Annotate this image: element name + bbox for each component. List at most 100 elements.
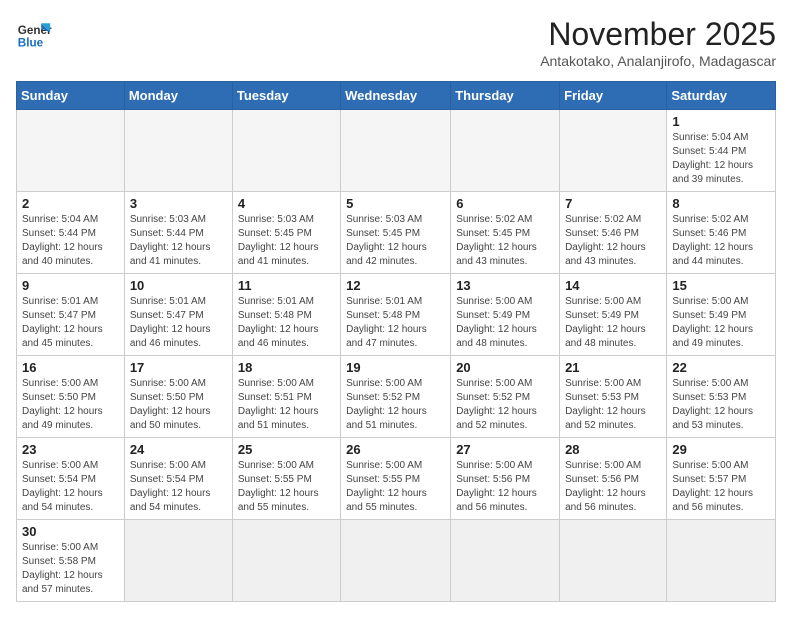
calendar-cell: 18Sunrise: 5:00 AM Sunset: 5:51 PM Dayli… (232, 356, 340, 438)
calendar-cell (232, 520, 340, 602)
calendar-cell: 14 Sunrise: 5:00 AM Sunset: 5:49 PM Dayli… (560, 274, 667, 356)
day-number: 20 (456, 360, 554, 375)
day-number: 9 (22, 278, 119, 293)
day-info: Sunrise: 5:01 AM Sunset: 5:47 PM Dayligh… (22, 295, 119, 351)
subtitle: Antakotako, Analanjirofo, Madagascar (540, 53, 776, 69)
day-number: 25 (238, 442, 335, 457)
day-info: Sunrise: 5:00 AM Sunset: 5:49 PM Dayligh… (456, 295, 554, 351)
calendar-cell: 1 Sunrise: 5:04 AM Sunset: 5:44 PM Daylig… (667, 110, 776, 192)
calendar-week-row: 9 Sunrise: 5:01 AM Sunset: 5:47 PM Daylig… (17, 274, 776, 356)
day-info: Sunrise: 5:00 AM Sunset: 5:49 PM Dayligh… (672, 295, 770, 351)
calendar-cell (124, 520, 232, 602)
day-number: 29 (672, 442, 770, 457)
calendar-cell (341, 520, 451, 602)
calendar-cell: 27 Sunrise: 5:00 AM Sunset: 5:56 PM Dayli… (451, 438, 560, 520)
day-number: 6 (456, 196, 554, 211)
day-info: Sunrise: 5:04 AM Sunset: 5:44 PM Dayligh… (672, 131, 770, 187)
logo-icon: General Blue (16, 16, 52, 52)
day-number: 22 (672, 360, 770, 375)
day-number: 16 (22, 360, 119, 375)
day-info: Sunrise: 5:00 AM Sunset: 5:50 PM Dayligh… (130, 377, 227, 433)
calendar-cell (667, 520, 776, 602)
calendar-cell: 15 Sunrise: 5:00 AM Sunset: 5:49 PM Dayli… (667, 274, 776, 356)
calendar-cell: 28Sunrise: 5:00 AM Sunset: 5:56 PM Dayli… (560, 438, 667, 520)
calendar-cell: 6 Sunrise: 5:02 AM Sunset: 5:45 PM Daylig… (451, 192, 560, 274)
day-info: Sunrise: 5:00 AM Sunset: 5:49 PM Dayligh… (565, 295, 661, 351)
day-number: 11 (238, 278, 335, 293)
calendar-cell: 21 Sunrise: 5:00 AM Sunset: 5:53 PM Dayli… (560, 356, 667, 438)
calendar-cell: 3 Sunrise: 5:03 AM Sunset: 5:44 PM Daylig… (124, 192, 232, 274)
title-area: November 2025 Antakotako, Analanjirofo, … (540, 16, 776, 69)
calendar-cell: 22Sunrise: 5:00 AM Sunset: 5:53 PM Dayli… (667, 356, 776, 438)
day-header-thursday: Thursday (451, 82, 560, 110)
calendar-cell: 8 Sunrise: 5:02 AM Sunset: 5:46 PM Daylig… (667, 192, 776, 274)
calendar-cell: 23Sunrise: 5:00 AM Sunset: 5:54 PM Dayli… (17, 438, 125, 520)
day-info: Sunrise: 5:00 AM Sunset: 5:55 PM Dayligh… (238, 459, 335, 515)
day-info: Sunrise: 5:01 AM Sunset: 5:48 PM Dayligh… (346, 295, 445, 351)
day-number: 12 (346, 278, 445, 293)
calendar-cell (232, 110, 340, 192)
calendar-cell: 20 Sunrise: 5:00 AM Sunset: 5:52 PM Dayli… (451, 356, 560, 438)
calendar-cell: 12 Sunrise: 5:01 AM Sunset: 5:48 PM Dayli… (341, 274, 451, 356)
day-header-tuesday: Tuesday (232, 82, 340, 110)
calendar-cell: 9 Sunrise: 5:01 AM Sunset: 5:47 PM Daylig… (17, 274, 125, 356)
day-info: Sunrise: 5:00 AM Sunset: 5:56 PM Dayligh… (565, 459, 661, 515)
day-header-saturday: Saturday (667, 82, 776, 110)
day-info: Sunrise: 5:00 AM Sunset: 5:50 PM Dayligh… (22, 377, 119, 433)
day-info: Sunrise: 5:00 AM Sunset: 5:52 PM Dayligh… (346, 377, 445, 433)
day-number: 21 (565, 360, 661, 375)
day-info: Sunrise: 5:01 AM Sunset: 5:47 PM Dayligh… (130, 295, 227, 351)
day-number: 17 (130, 360, 227, 375)
day-header-monday: Monday (124, 82, 232, 110)
day-info: Sunrise: 5:02 AM Sunset: 5:46 PM Dayligh… (672, 213, 770, 269)
calendar-cell (451, 520, 560, 602)
day-number: 8 (672, 196, 770, 211)
day-info: Sunrise: 5:00 AM Sunset: 5:51 PM Dayligh… (238, 377, 335, 433)
calendar-cell: 26Sunrise: 5:00 AM Sunset: 5:55 PM Dayli… (341, 438, 451, 520)
day-number: 14 (565, 278, 661, 293)
day-info: Sunrise: 5:02 AM Sunset: 5:45 PM Dayligh… (456, 213, 554, 269)
calendar-cell: 30 Sunrise: 5:00 AM Sunset: 5:58 PM Dayli… (17, 520, 125, 602)
day-info: Sunrise: 5:03 AM Sunset: 5:44 PM Dayligh… (130, 213, 227, 269)
day-number: 10 (130, 278, 227, 293)
day-number: 4 (238, 196, 335, 211)
day-info: Sunrise: 5:00 AM Sunset: 5:54 PM Dayligh… (22, 459, 119, 515)
day-info: Sunrise: 5:00 AM Sunset: 5:58 PM Dayligh… (22, 541, 119, 597)
day-number: 3 (130, 196, 227, 211)
day-info: Sunrise: 5:03 AM Sunset: 5:45 PM Dayligh… (238, 213, 335, 269)
day-number: 27 (456, 442, 554, 457)
calendar-cell (341, 110, 451, 192)
day-number: 30 (22, 524, 119, 539)
calendar-cell (17, 110, 125, 192)
day-info: Sunrise: 5:04 AM Sunset: 5:44 PM Dayligh… (22, 213, 119, 269)
day-info: Sunrise: 5:02 AM Sunset: 5:46 PM Dayligh… (565, 213, 661, 269)
calendar-cell: 17 Sunrise: 5:00 AM Sunset: 5:50 PM Dayli… (124, 356, 232, 438)
calendar-cell: 2Sunrise: 5:04 AM Sunset: 5:44 PM Daylig… (17, 192, 125, 274)
calendar-week-row: 23Sunrise: 5:00 AM Sunset: 5:54 PM Dayli… (17, 438, 776, 520)
day-number: 5 (346, 196, 445, 211)
day-info: Sunrise: 5:00 AM Sunset: 5:55 PM Dayligh… (346, 459, 445, 515)
calendar-cell: 16 Sunrise: 5:00 AM Sunset: 5:50 PM Dayli… (17, 356, 125, 438)
calendar-cell (560, 520, 667, 602)
calendar-cell: 10 Sunrise: 5:01 AM Sunset: 5:47 PM Dayli… (124, 274, 232, 356)
day-info: Sunrise: 5:00 AM Sunset: 5:54 PM Dayligh… (130, 459, 227, 515)
day-number: 15 (672, 278, 770, 293)
day-info: Sunrise: 5:01 AM Sunset: 5:48 PM Dayligh… (238, 295, 335, 351)
calendar-cell: 4 Sunrise: 5:03 AM Sunset: 5:45 PM Daylig… (232, 192, 340, 274)
calendar-header-row: SundayMondayTuesdayWednesdayThursdayFrid… (17, 82, 776, 110)
day-header-friday: Friday (560, 82, 667, 110)
day-info: Sunrise: 5:00 AM Sunset: 5:56 PM Dayligh… (456, 459, 554, 515)
day-info: Sunrise: 5:00 AM Sunset: 5:57 PM Dayligh… (672, 459, 770, 515)
calendar-cell: 19Sunrise: 5:00 AM Sunset: 5:52 PM Dayli… (341, 356, 451, 438)
day-number: 7 (565, 196, 661, 211)
calendar: SundayMondayTuesdayWednesdayThursdayFrid… (16, 81, 776, 602)
day-number: 13 (456, 278, 554, 293)
day-info: Sunrise: 5:00 AM Sunset: 5:53 PM Dayligh… (565, 377, 661, 433)
calendar-cell (560, 110, 667, 192)
header: General Blue November 2025 Antakotako, A… (16, 16, 776, 69)
day-number: 1 (672, 114, 770, 129)
day-header-sunday: Sunday (17, 82, 125, 110)
day-info: Sunrise: 5:00 AM Sunset: 5:52 PM Dayligh… (456, 377, 554, 433)
calendar-cell: 13 Sunrise: 5:00 AM Sunset: 5:49 PM Dayli… (451, 274, 560, 356)
day-number: 24 (130, 442, 227, 457)
